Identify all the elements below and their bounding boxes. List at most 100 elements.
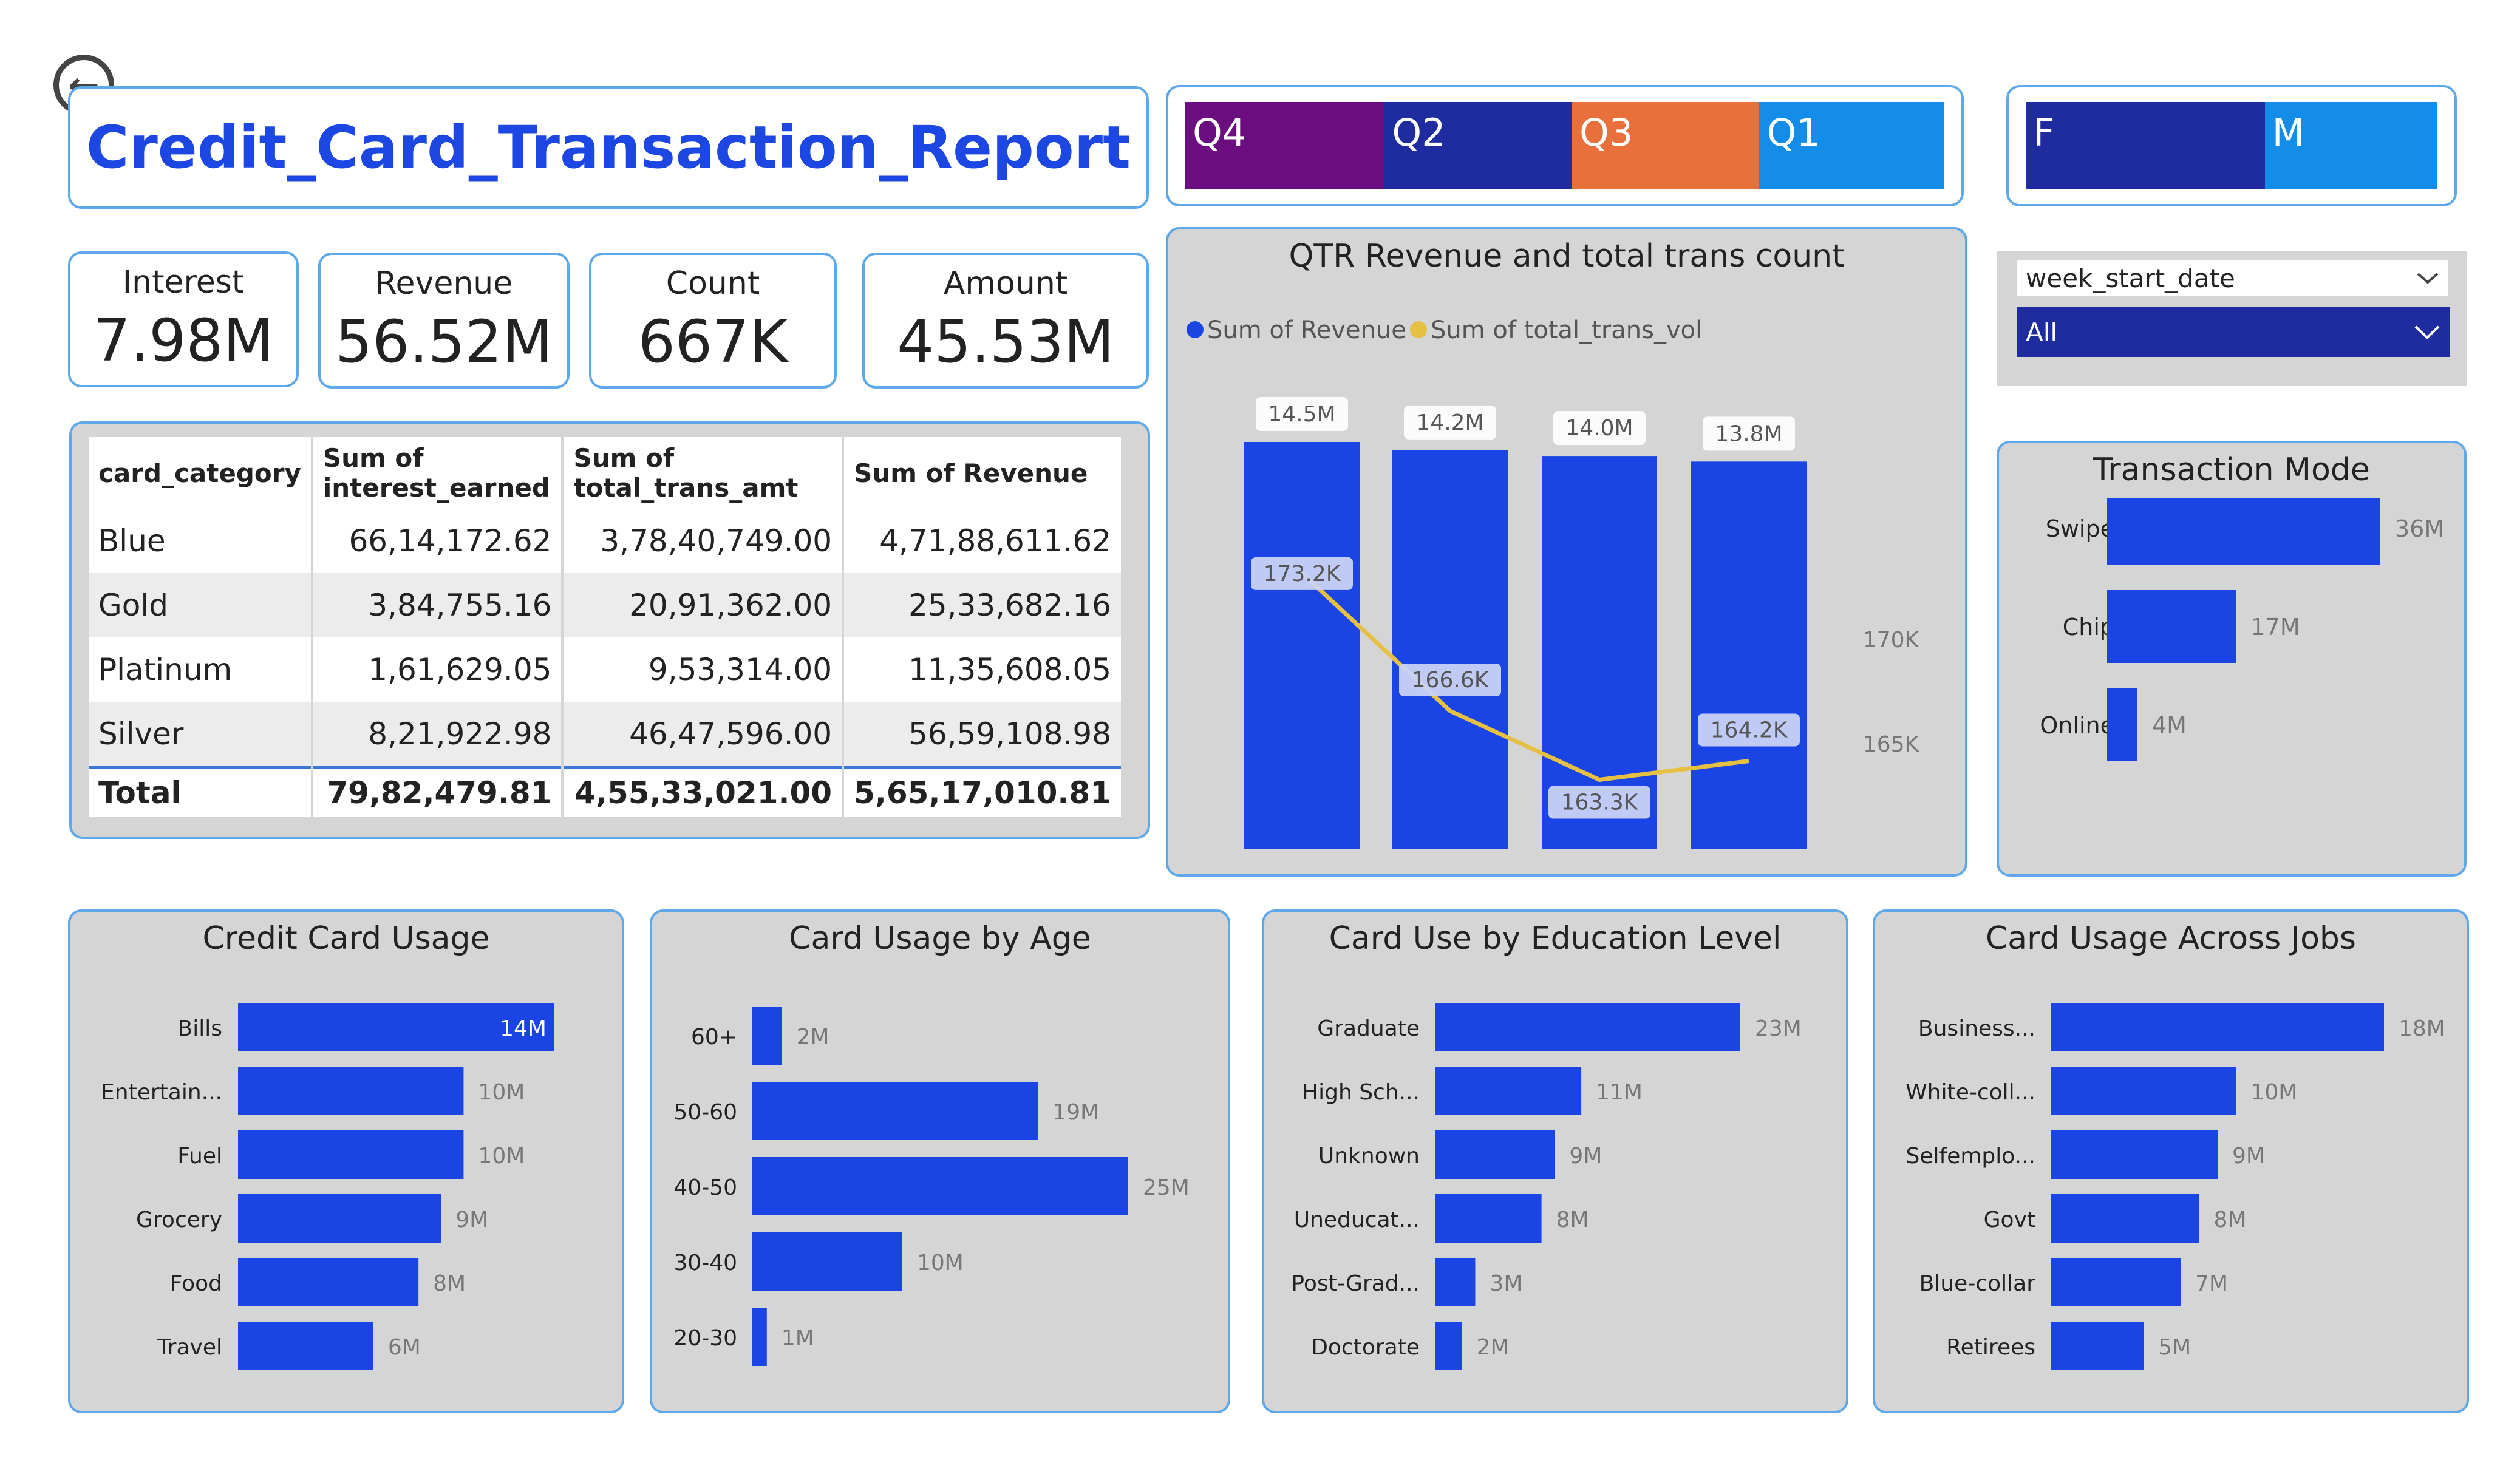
education-usage-card: Card Use by Education Level Graduate 23M H…	[1262, 909, 1848, 1413]
data-label: 17M	[2251, 614, 2300, 640]
kpi-value: 667K	[638, 308, 788, 376]
week-filter-value: All	[2026, 317, 2058, 347]
revenue-data-label: 14.0M	[1565, 416, 1633, 441]
table-cell: Blue	[89, 509, 313, 573]
table-cell: Gold	[89, 573, 313, 637]
bar	[2051, 1067, 2236, 1115]
table-cell: Silver	[89, 702, 313, 767]
kpi-value: 45.53M	[897, 308, 1114, 376]
week-filter-header[interactable]: week_start_date	[2017, 260, 2448, 296]
category-label: High Sch...	[1302, 1080, 1420, 1105]
bar	[2107, 498, 2380, 565]
legend-label-revenue: Sum of Revenue	[1207, 316, 1406, 344]
table-cell: 4,55,33,021.00	[562, 766, 845, 817]
gender-chip-label: M	[2272, 110, 2305, 155]
transaction-mode-card: Transaction Mode Swipe 36M Chip 17M Online 4M	[1997, 441, 2467, 877]
quarter-chip-q1[interactable]: Q1	[1759, 102, 1944, 189]
week-filter-card: week_start_date All	[1997, 251, 2467, 386]
week-filter-dropdown[interactable]: All	[2017, 307, 2450, 357]
revenue-bar	[1691, 461, 1807, 849]
trans-vol-line	[1300, 571, 1749, 783]
chart-title: QTR Revenue and total trans count	[1289, 238, 1845, 274]
trans-vol-data-label: 164.2K	[1711, 718, 1788, 743]
column-header[interactable]: Sum of interest_earned	[312, 437, 564, 509]
data-label: 14M	[500, 1016, 547, 1041]
quarter-chip-label: Q3	[1579, 110, 1633, 155]
table-cell: Platinum	[89, 637, 313, 702]
y2-tick-label: 170K	[1863, 628, 1920, 653]
category-label: Swipe	[2046, 515, 2114, 542]
bar	[1435, 1130, 1555, 1179]
table-row[interactable]: Blue 66,14,172.62 3,78,40,749.00 4,71,88…	[89, 509, 1121, 573]
kpi-card-revenue: Revenue 56.52M	[318, 253, 570, 389]
card-usage-by-age-chart: 60+ 2M 50-60 19M 40-50 25M 30-40 10M 20-30 1M	[673, 1007, 1190, 1366]
jobs-usage-card: Card Usage Across Jobs Business... 18M Whi…	[1873, 909, 2469, 1413]
bar	[2051, 1258, 2181, 1306]
category-label: 40-50	[673, 1175, 737, 1200]
bar	[1435, 1003, 1740, 1051]
y2-tick-label: 165K	[1863, 732, 1920, 757]
category-label: Post-Grad...	[1291, 1271, 1420, 1296]
gender-chip-m[interactable]: M	[2264, 102, 2437, 189]
data-label: 9M	[455, 1207, 488, 1232]
quarter-chip-q2[interactable]: Q2	[1384, 102, 1572, 189]
data-label: 11M	[1596, 1080, 1643, 1105]
table-row[interactable]: Silver 8,21,922.98 46,47,596.00 56,59,10…	[89, 702, 1121, 767]
kpi-card-count: Count 667K	[589, 253, 837, 389]
kpi-label: Interest	[122, 264, 245, 301]
quarter-chip-label: Q1	[1766, 110, 1820, 155]
kpi-card-amount: Amount 45.53M	[862, 253, 1149, 389]
card-usage-by-age-card: Card Usage by Age 60+ 2M 50-60 19M 40-50 25M 3…	[650, 909, 1230, 1413]
bar	[238, 1322, 373, 1370]
data-label: 18M	[2399, 1016, 2445, 1041]
category-label: White-coll...	[1905, 1080, 2035, 1105]
table-row[interactable]: Gold 3,84,755.16 20,91,362.00 25,33,682.…	[89, 573, 1121, 637]
category-label: Doctorate	[1311, 1335, 1420, 1360]
table-cell: 3,84,755.16	[312, 573, 564, 637]
bar	[238, 1258, 419, 1306]
table-cell: 56,59,108.98	[843, 702, 1121, 767]
column-header[interactable]: Sum of Revenue	[843, 437, 1121, 509]
card-category-matrix: card_category Sum of interest_earned Sum…	[89, 437, 1121, 817]
category-label: Selfemplo...	[1906, 1144, 2035, 1169]
category-label: Bills	[178, 1016, 222, 1041]
data-label: 2M	[797, 1025, 829, 1050]
data-label: 5M	[2158, 1335, 2191, 1360]
table-cell: 5,65,17,010.81	[843, 766, 1121, 817]
bar	[238, 1130, 464, 1179]
legend-label-trans-vol: Sum of total_trans_vol	[1431, 316, 1702, 344]
quarter-chip-q3[interactable]: Q3	[1572, 102, 1760, 189]
table-cell: 4,71,88,611.62	[879, 523, 1111, 559]
table-cell: 9,53,314.00	[562, 637, 845, 702]
column-header[interactable]: card_category	[89, 437, 313, 509]
category-label: 20-30	[673, 1326, 737, 1351]
bar	[752, 1232, 902, 1291]
data-label: 2M	[1477, 1335, 1510, 1360]
table-cell: 46,47,596.00	[562, 702, 845, 767]
bar	[752, 1082, 1038, 1140]
bar	[1435, 1194, 1542, 1243]
category-label: Chip	[2063, 614, 2114, 640]
bar	[2051, 1003, 2384, 1051]
table-cell: Total	[89, 766, 313, 817]
bar	[2051, 1130, 2218, 1179]
table-cell: 3,78,40,749.00	[562, 509, 845, 573]
data-label: 10M	[478, 1080, 525, 1105]
jobs-usage-chart: Business... 18M White-coll... 10M Selfemplo.…	[1905, 1003, 2445, 1370]
bar	[1435, 1258, 1476, 1306]
quarter-chip-q4[interactable]: Q4	[1185, 102, 1385, 189]
data-label: 1M	[782, 1326, 814, 1351]
revenue-data-label: 13.8M	[1715, 421, 1782, 446]
category-label: Blue-collar	[1919, 1271, 2036, 1296]
bar	[1435, 1322, 1462, 1370]
kpi-value: 56.52M	[335, 308, 553, 376]
bar	[2107, 590, 2236, 663]
report-title: Credit_Card_Transaction_Report	[86, 114, 1131, 182]
kpi-label: Amount	[943, 265, 1068, 302]
kpi-label: Revenue	[375, 265, 513, 302]
gender-chip-f[interactable]: F	[2026, 102, 2265, 189]
column-header[interactable]: Sum of total_trans_amt	[562, 437, 845, 509]
table-row[interactable]: Platinum 1,61,629.05 9,53,314.00 11,35,6…	[89, 637, 1121, 702]
data-label: 9M	[1569, 1144, 1602, 1169]
data-label: 25M	[1143, 1175, 1190, 1200]
